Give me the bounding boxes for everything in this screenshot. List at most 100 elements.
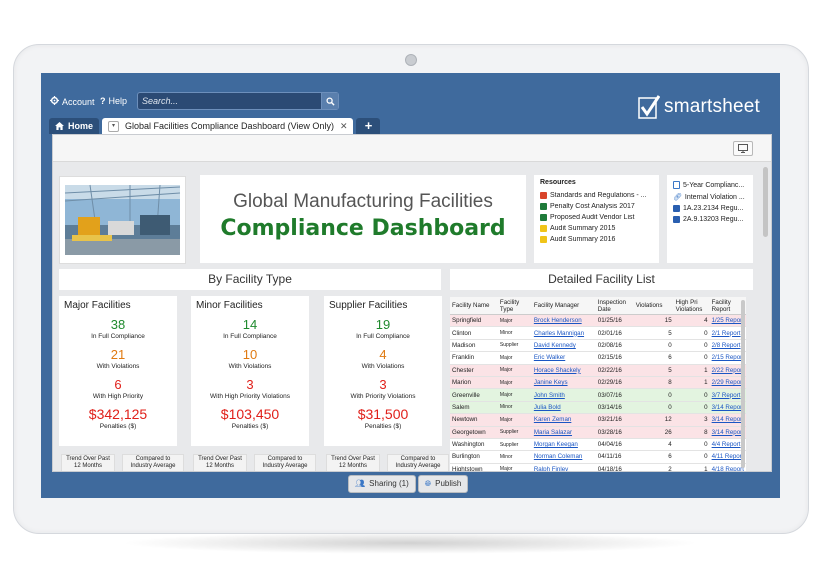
- table-cell-date: 02/15/16: [595, 351, 634, 365]
- table-cell-manager[interactable]: Janine Keys: [531, 376, 596, 390]
- tab-home[interactable]: Home: [49, 118, 100, 134]
- resource-label: Audit Summary 2016: [550, 236, 616, 243]
- high-priority-count: 3: [379, 377, 387, 392]
- compliance-label: In Full Compliance: [223, 333, 277, 340]
- table-cell-manager[interactable]: David Kennedy: [531, 339, 596, 353]
- table-cell-name: Franklin: [450, 351, 498, 365]
- table-cell-manager[interactable]: Horace Shackely: [531, 364, 596, 377]
- add-tab-button[interactable]: +: [356, 118, 381, 134]
- table-row[interactable]: Chester Major Horace Shackely 02/22/16 5 1 2/2…: [450, 364, 746, 377]
- table-cell-violations: 12: [633, 413, 674, 427]
- column-header[interactable]: Violations: [633, 297, 674, 315]
- table-cell-manager[interactable]: Karen Zeman: [531, 413, 596, 427]
- table-cell-manager[interactable]: Charles Mannigan: [531, 326, 596, 340]
- table-cell-manager[interactable]: Brock Henderson: [531, 314, 596, 328]
- column-header[interactable]: Facility Name: [450, 297, 498, 315]
- dashboard-toolbar: [53, 135, 771, 162]
- link-item[interactable]: 5-Year Complianc...: [673, 181, 753, 189]
- table-row[interactable]: Newtown Major Karen Zeman 03/21/16 12 3 3/14 R…: [450, 413, 746, 427]
- link-label: 1A.23.2134 Regu...: [683, 205, 744, 212]
- table-scrollbar[interactable]: [741, 300, 745, 468]
- gear-icon: [50, 96, 59, 107]
- table-cell-date: 03/14/16: [595, 401, 634, 415]
- resource-item[interactable]: Audit Summary 2016: [540, 236, 659, 243]
- dashboard-content: Global Manufacturing Facilities Complian…: [52, 134, 772, 472]
- resource-item[interactable]: Proposed Audit Vendor List: [540, 214, 659, 221]
- table-row[interactable]: Springfield Major Brock Henderson 01/25/16 1…: [450, 314, 746, 328]
- compliance-label: In Full Compliance: [356, 333, 410, 340]
- table-cell-high: 0: [673, 438, 710, 452]
- column-header[interactable]: High Pri Violations: [673, 297, 710, 315]
- table-cell-manager[interactable]: Maria Salazar: [531, 426, 596, 439]
- compare-button[interactable]: Compared to Industry Average: [387, 454, 449, 471]
- trend-button[interactable]: Trend Over Past 12 Months: [61, 454, 115, 471]
- vertical-scrollbar[interactable]: [763, 167, 768, 237]
- penalty-label: Penalties ($): [231, 423, 269, 430]
- table-row[interactable]: Clinton Minor Charles Mannigan 02/01/16 5 0 2/…: [450, 326, 746, 340]
- compare-button[interactable]: Compared to Industry Average: [254, 454, 316, 471]
- column-header[interactable]: Inspection Date: [595, 297, 634, 315]
- help-link[interactable]: ? Help: [100, 96, 127, 106]
- close-icon[interactable]: ✕: [340, 118, 348, 134]
- tab-dashboard[interactable]: ▾ Global Facilities Compliance Dashboard…: [102, 118, 354, 134]
- table-row[interactable]: Hightstown Major Ralph Finley 04/18/16 2 1 4/1…: [450, 463, 746, 471]
- table-cell-violations: 5: [633, 326, 674, 340]
- word-icon: [673, 216, 680, 223]
- table-row[interactable]: Georgetown Supplier Maria Salazar 03/28/16 2…: [450, 426, 746, 439]
- column-header[interactable]: Facility Type: [497, 297, 532, 315]
- compare-button[interactable]: Compared to Industry Average: [122, 454, 184, 471]
- help-label: Help: [108, 96, 128, 106]
- table-cell-name: Newtown: [450, 413, 498, 427]
- table-row[interactable]: Franklin Major Eric Walker 02/15/16 6 0 2/15 R…: [450, 351, 746, 365]
- resource-label: Penalty Cost Analysis 2017: [550, 203, 635, 210]
- table-row[interactable]: Greenville Major John Smith 03/07/16 0 0 3/7 R…: [450, 388, 746, 402]
- table-cell-manager[interactable]: Eric Walker: [531, 351, 596, 365]
- table-cell-manager[interactable]: John Smith: [531, 388, 596, 402]
- table-cell-high: 0: [673, 351, 710, 365]
- resource-item[interactable]: Penalty Cost Analysis 2017: [540, 203, 659, 210]
- link-icon: 🔗︎: [673, 194, 682, 201]
- table-row[interactable]: Madison Supplier David Kennedy 02/08/16 0 0 2/…: [450, 339, 746, 353]
- table-cell-date: 04/04/16: [595, 438, 634, 452]
- doc-icon: [540, 225, 547, 232]
- chevron-down-icon[interactable]: ▾: [108, 120, 120, 132]
- trend-button[interactable]: Trend Over Past 12 Months: [326, 454, 380, 471]
- table-cell-high: 0: [673, 339, 710, 353]
- table-row[interactable]: Washington Supplier Morgan Keegan 04/04/16 4…: [450, 438, 746, 452]
- table-row[interactable]: Burlington Minor Norman Coleman 04/11/16 6 0 4…: [450, 450, 746, 464]
- links-widget: 5-Year Complianc... 🔗︎ Internal Violation…: [667, 175, 753, 263]
- table-cell-manager[interactable]: Morgan Keegan: [531, 438, 596, 452]
- table-cell-manager[interactable]: Norman Coleman: [531, 450, 596, 464]
- table-cell-type: Major: [497, 376, 532, 390]
- sharing-label: Sharing (1): [369, 479, 409, 488]
- sharing-button[interactable]: 👥︎ Sharing (1): [348, 475, 416, 493]
- table-cell-high: 0: [673, 388, 710, 402]
- resource-item[interactable]: Audit Summary 2015: [540, 225, 659, 232]
- link-label: 5-Year Complianc...: [683, 181, 745, 189]
- table-cell-high: 1: [673, 376, 710, 390]
- table-cell-high: 4: [673, 314, 710, 328]
- trend-button[interactable]: Trend Over Past 12 Months: [193, 454, 247, 471]
- table-cell-manager[interactable]: Julia Bold: [531, 401, 596, 415]
- table-cell-manager[interactable]: Ralph Finley: [531, 463, 596, 471]
- link-item[interactable]: 1A.23.2134 Regu...: [673, 205, 753, 212]
- present-button[interactable]: [733, 141, 753, 156]
- resource-label: Audit Summary 2015: [550, 225, 616, 232]
- table-cell-type: Supplier: [497, 438, 532, 452]
- table-cell-type: Supplier: [497, 426, 532, 439]
- column-header[interactable]: Facility Manager: [531, 297, 596, 315]
- link-item[interactable]: 🔗︎ Internal Violation ...: [673, 193, 753, 202]
- table-cell-high: 8: [673, 426, 710, 439]
- smartsheet-logo: smartsheet: [638, 95, 760, 119]
- search-button[interactable]: [321, 93, 338, 109]
- table-cell-date: 01/25/16: [595, 314, 634, 328]
- resource-item[interactable]: Standards and Regulations - ...: [540, 192, 659, 199]
- publish-button[interactable]: 🌐︎ Publish: [417, 475, 469, 493]
- link-item[interactable]: 2A.9.13203 Regu...: [673, 216, 753, 223]
- search-input[interactable]: [142, 94, 318, 107]
- account-link[interactable]: Account: [50, 96, 95, 107]
- table-cell-violations: 6: [633, 351, 674, 365]
- major-facilities-card: Major Facilities 38 In Full Compliance 2…: [59, 296, 177, 446]
- table-row[interactable]: Marion Major Janine Keys 02/29/16 8 1 2/29 Rep…: [450, 376, 746, 390]
- table-row[interactable]: Salem Minor Julia Bold 03/14/16 0 0 3/14 Repor…: [450, 401, 746, 415]
